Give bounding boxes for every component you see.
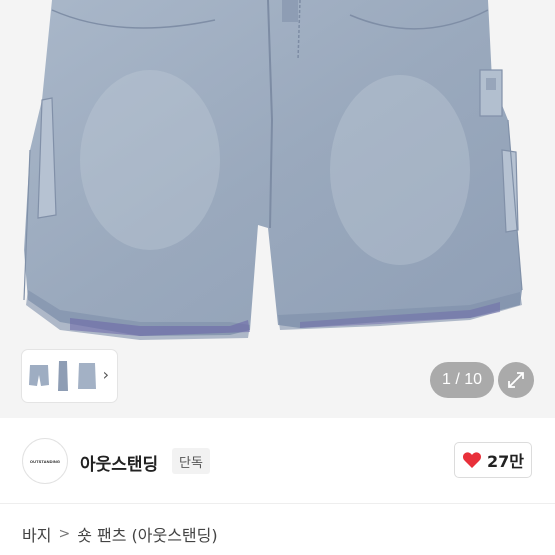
brand-logo[interactable]: OUTSTANDING xyxy=(22,438,68,484)
brand-name[interactable]: 아웃스탠딩 xyxy=(80,450,158,475)
chevron-right-icon: > xyxy=(58,526,71,542)
expand-button[interactable] xyxy=(498,362,534,398)
thumbnail-shorts-back xyxy=(78,363,96,389)
like-button[interactable]: 27만 xyxy=(454,442,532,478)
thumbnail-strip[interactable]: › xyxy=(22,350,117,402)
image-counter: 1 / 10 xyxy=(430,362,494,398)
thumbnail-shorts-side xyxy=(58,361,68,391)
brand-logo-text: OUTSTANDING xyxy=(29,458,61,464)
like-count: 27만 xyxy=(487,452,524,471)
expand-icon xyxy=(508,372,524,388)
chevron-right-icon[interactable]: › xyxy=(103,365,109,384)
seller-row: OUTSTANDING 아웃스탠딩 단독 27만 xyxy=(0,418,555,504)
thumbnail-shorts-front xyxy=(29,365,49,386)
breadcrumb: 바지 > 숏 팬츠 (아웃스탠딩) xyxy=(22,522,218,546)
exclusive-badge: 단독 xyxy=(172,448,210,474)
breadcrumb-item-subcategory[interactable]: 숏 팬츠 (아웃스탠딩) xyxy=(77,522,217,546)
breadcrumb-item-category[interactable]: 바지 xyxy=(22,522,51,546)
heart-icon xyxy=(462,452,482,468)
